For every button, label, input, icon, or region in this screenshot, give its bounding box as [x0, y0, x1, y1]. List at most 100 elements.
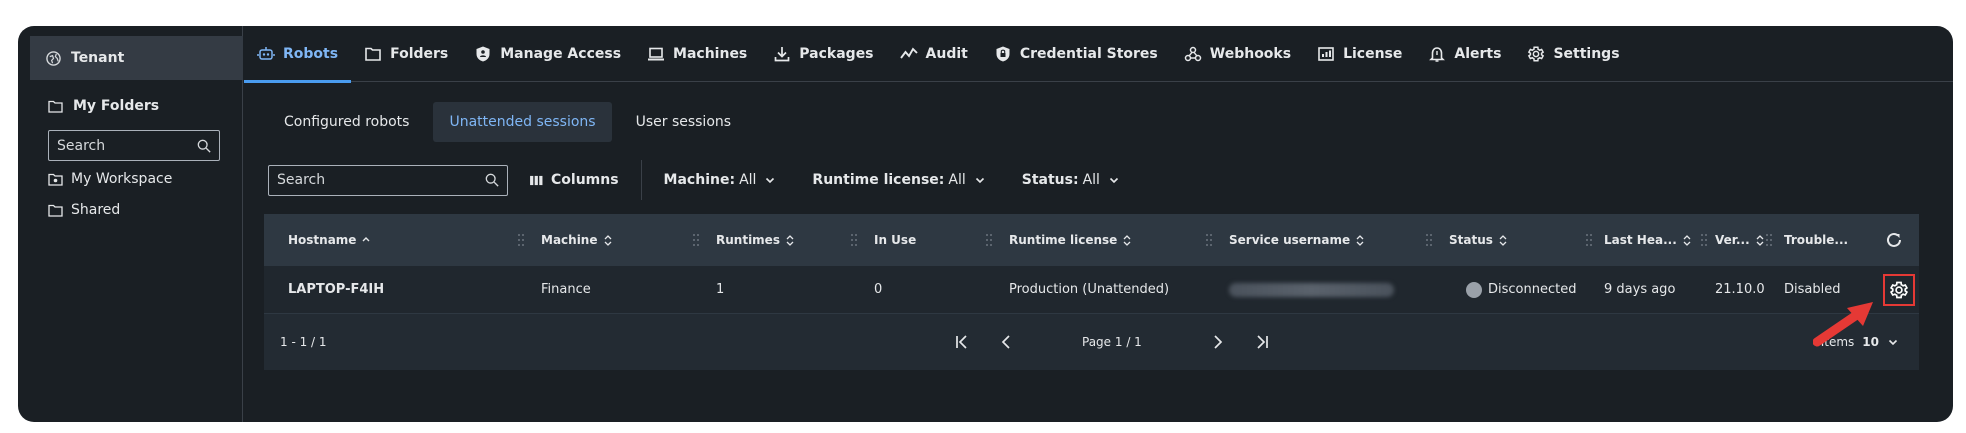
laptop-icon — [648, 47, 665, 60]
column-header-status[interactable]: Status — [1449, 233, 1507, 247]
sort-ascending-icon — [362, 236, 370, 241]
table-search[interactable] — [268, 164, 508, 196]
refresh-icon[interactable] — [1885, 231, 1903, 249]
last-page-icon[interactable] — [1254, 334, 1270, 350]
tab-label: Robots — [283, 45, 339, 62]
subtab-configured-robots[interactable]: Configured robots — [268, 102, 425, 142]
column-resize-handle[interactable] — [1765, 233, 1773, 247]
column-header-last-heartbeat[interactable]: Last Hea... — [1604, 233, 1691, 247]
tab-packages[interactable]: Packages — [760, 26, 886, 82]
column-header-label: Runtime license — [1009, 233, 1118, 247]
my-folders-label: My Folders — [73, 98, 160, 114]
filter-runtime-license[interactable]: Runtime license: All — [812, 172, 985, 188]
filter-name: Runtime license: — [812, 172, 945, 188]
page-indicator: Page 1 / 1 — [1082, 335, 1142, 349]
first-page-icon[interactable] — [954, 334, 970, 350]
main-nav: Robots Folders Manage Access Machines Pa… — [244, 26, 1953, 83]
table-row[interactable]: LAPTOP-F4IH Finance 1 0 Production (Unat… — [264, 266, 1919, 314]
my-folders-heading: My Folders — [48, 98, 159, 114]
filter-machine[interactable]: Machine: All — [664, 172, 777, 188]
folder-search-input[interactable] — [57, 137, 177, 154]
cell-machine: Finance — [541, 282, 591, 297]
tab-label: Credential Stores — [1019, 45, 1158, 62]
column-resize-handle[interactable] — [692, 233, 700, 247]
subtab-user-sessions[interactable]: User sessions — [620, 102, 747, 142]
table-search-input[interactable] — [277, 172, 397, 188]
columns-button[interactable]: Columns — [530, 172, 619, 188]
sort-icon — [1356, 234, 1364, 246]
tab-folders[interactable]: Folders — [351, 26, 461, 82]
folder-sidebar: Tenant My Folders My Workspace Shared — [18, 26, 243, 422]
bell-icon — [1429, 46, 1446, 62]
tab-audit[interactable]: Audit — [887, 26, 981, 82]
sidebar-item-shared[interactable]: Shared — [48, 202, 120, 218]
previous-page-icon[interactable] — [998, 334, 1014, 350]
tab-webhooks[interactable]: Webhooks — [1171, 26, 1304, 82]
shield-icon — [476, 46, 490, 61]
column-header-troubleshooting[interactable]: Trouble... — [1784, 233, 1848, 247]
sidebar-item-my-workspace[interactable]: My Workspace — [48, 171, 172, 187]
redacted-username — [1229, 282, 1394, 297]
column-header-label: Runtimes — [716, 233, 780, 247]
next-page-icon[interactable] — [1210, 334, 1226, 350]
activity-icon — [899, 46, 918, 59]
cell-in-use: 0 — [874, 282, 883, 297]
columns-label: Columns — [551, 172, 619, 188]
robot-icon — [257, 46, 275, 60]
column-resize-handle[interactable] — [1700, 233, 1708, 247]
table-header: Hostname Machine Runtimes In Use Runtime… — [264, 214, 1919, 266]
tab-credential-stores[interactable]: Credential Stores — [981, 26, 1171, 82]
tab-label: Webhooks — [1209, 45, 1292, 62]
column-header-label: Machine — [541, 233, 598, 247]
license-icon — [1318, 46, 1334, 61]
cell-version: 21.10.0 — [1715, 282, 1765, 297]
pagination-controls: Page 1 / 1 — [954, 334, 1270, 350]
sort-icon — [1683, 234, 1691, 246]
filter-status[interactable]: Status: All — [1022, 172, 1120, 188]
column-header-label: Trouble... — [1784, 233, 1849, 247]
tab-label: Alerts — [1454, 45, 1502, 62]
column-resize-handle[interactable] — [850, 233, 858, 247]
tab-label: Machines — [673, 45, 748, 62]
tenant-button[interactable]: Tenant — [30, 36, 243, 80]
subtab-unattended-sessions[interactable]: Unattended sessions — [433, 102, 612, 142]
column-header-version[interactable]: Ver... — [1715, 233, 1764, 247]
tab-robots[interactable]: Robots — [244, 26, 352, 83]
folder-search[interactable] — [48, 130, 220, 161]
tab-settings[interactable]: Settings — [1514, 26, 1632, 82]
column-header-runtimes[interactable]: Runtimes — [716, 233, 794, 247]
column-resize-handle[interactable] — [517, 233, 525, 247]
shield-lock-icon — [996, 46, 1010, 61]
column-header-label: Last Hea... — [1604, 233, 1677, 247]
column-header-machine[interactable]: Machine — [541, 233, 612, 247]
tenant-label: Tenant — [71, 50, 125, 66]
folder-icon — [48, 204, 63, 217]
column-resize-handle[interactable] — [1205, 233, 1213, 247]
column-header-label: In Use — [874, 233, 917, 247]
column-header-service-username[interactable]: Service username — [1229, 233, 1364, 247]
column-header-label: Hostname — [288, 233, 357, 247]
webhook-icon — [1184, 46, 1202, 61]
column-header-runtime-license[interactable]: Runtime license — [1009, 233, 1131, 247]
column-header-hostname[interactable]: Hostname — [288, 233, 370, 247]
filter-value: All — [948, 172, 966, 188]
sidebar-item-label: Shared — [71, 202, 121, 218]
status-indicator — [1466, 281, 1482, 298]
workspace-folder-icon — [48, 173, 63, 186]
row-settings-button[interactable] — [1883, 274, 1915, 306]
gear-icon — [1889, 281, 1909, 299]
column-resize-handle[interactable] — [1425, 233, 1433, 247]
cell-runtimes: 1 — [716, 282, 725, 297]
search-icon — [485, 173, 499, 187]
tab-manage-access[interactable]: Manage Access — [461, 26, 634, 82]
tab-license[interactable]: License — [1304, 26, 1415, 82]
chevron-down-icon — [766, 177, 775, 184]
column-header-in-use[interactable]: In Use — [874, 233, 916, 247]
filter-value: All — [1082, 172, 1100, 188]
column-header-label: Ver... — [1715, 233, 1750, 247]
column-resize-handle[interactable] — [1585, 233, 1593, 247]
column-resize-handle[interactable] — [985, 233, 993, 247]
filter-name: Machine: — [663, 172, 736, 188]
tab-alerts[interactable]: Alerts — [1415, 26, 1514, 82]
tab-machines[interactable]: Machines — [634, 26, 760, 82]
